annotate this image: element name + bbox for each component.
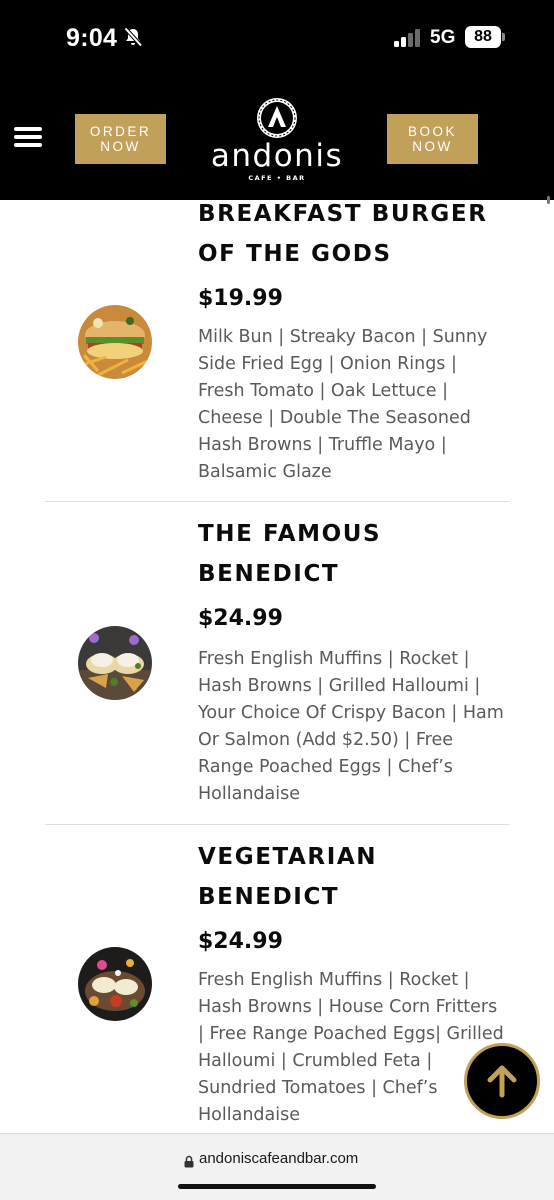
item-description: Fresh English Muffins | Rocket | Hash Br… xyxy=(198,970,504,1125)
arrow-up-icon xyxy=(487,1065,517,1098)
order-now-line2: NOW xyxy=(100,139,141,154)
divider xyxy=(45,824,509,825)
logo-wordmark[interactable]: andonis xyxy=(198,138,356,174)
status-bar: 9:04 5G 88 xyxy=(0,0,554,75)
home-indicator[interactable] xyxy=(178,1184,376,1189)
status-time: 9:04 xyxy=(66,24,118,52)
scroll-to-top-button[interactable] xyxy=(464,1043,540,1119)
book-now-line1: BOOK xyxy=(407,124,457,139)
signal-icon xyxy=(394,28,424,47)
item-title: THE FAMOUS BENEDICT xyxy=(198,514,528,594)
item-title: BREAKFAST BURGER OF THE GODS xyxy=(198,200,528,274)
site-header: 9:04 5G 88 ORDER NOW andonis CAFE • BAR … xyxy=(0,0,554,200)
url-text[interactable]: andoniscafeandbar.com xyxy=(199,1150,358,1167)
bell-slash-icon xyxy=(122,26,144,52)
logo-emblem-icon[interactable] xyxy=(255,96,299,140)
book-now-line2: NOW xyxy=(412,139,453,154)
battery-icon: 88 xyxy=(465,26,501,48)
order-now-line1: ORDER xyxy=(89,124,152,139)
item-title-line2: OF THE GODS xyxy=(198,241,392,267)
item-price: $24.99 xyxy=(198,606,283,631)
divider xyxy=(45,501,509,502)
item-description: Fresh English Muffins | Rocket | Hash Br… xyxy=(198,649,504,804)
item-title-line1: VEGETARIAN xyxy=(198,844,378,870)
browser-address-bar[interactable]: andoniscafeandbar.com xyxy=(0,1133,554,1200)
order-now-button[interactable]: ORDER NOW xyxy=(75,114,166,164)
book-now-button[interactable]: BOOK NOW xyxy=(387,114,478,164)
item-description: Milk Bun | Streaky Bacon | Sunny Side Fr… xyxy=(198,327,488,482)
item-title: VEGETARIAN BENEDICT xyxy=(198,837,528,917)
menu-list: BREAKFAST BURGER OF THE GODS $19.99 Milk… xyxy=(0,200,554,1133)
item-title-line2: BENEDICT xyxy=(198,884,340,910)
logo-subtext: CAFE • BAR xyxy=(248,174,306,182)
network-label: 5G xyxy=(430,27,456,48)
item-title-line1: THE FAMOUS xyxy=(198,521,382,547)
item-price: $24.99 xyxy=(198,929,283,954)
battery-tip xyxy=(502,33,505,41)
hamburger-icon[interactable] xyxy=(14,127,42,147)
item-price: $19.99 xyxy=(198,286,283,311)
vegetarian-benedict-photo xyxy=(78,947,152,1021)
benedict-photo xyxy=(78,626,152,700)
item-title-line2: BENEDICT xyxy=(198,561,340,587)
lock-icon xyxy=(184,1153,194,1172)
burger-photo xyxy=(78,305,152,379)
item-title-line1: BREAKFAST BURGER xyxy=(198,201,488,227)
